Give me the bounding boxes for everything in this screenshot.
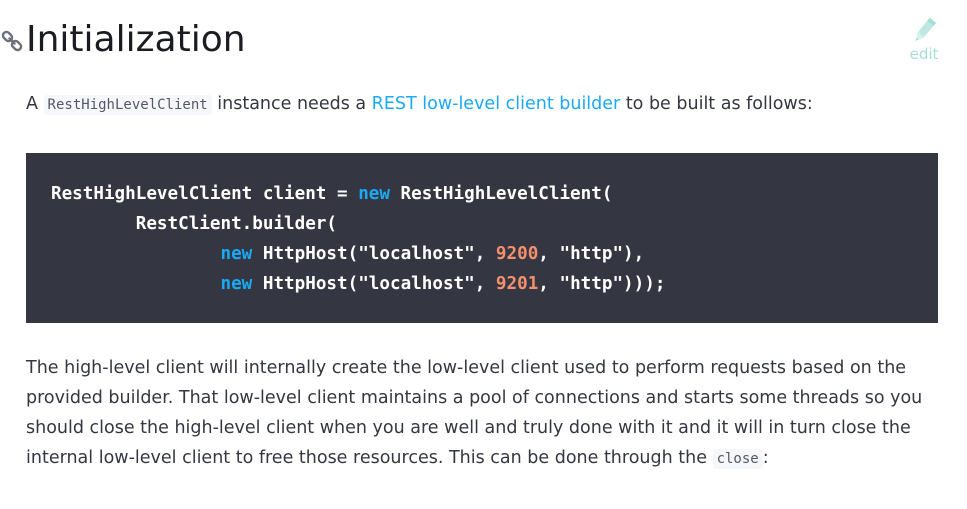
code-string: "localhost"	[358, 244, 475, 264]
code-number: 9201	[495, 274, 539, 294]
code-number: 9200	[495, 244, 539, 264]
code-line-1: RestHighLevelClient client = new RestHig…	[51, 179, 913, 209]
code-block: RestHighLevelClient client = new RestHig…	[26, 153, 938, 323]
code-token: )));	[623, 274, 666, 294]
body-suffix: :	[762, 448, 769, 468]
code-keyword: new	[220, 244, 253, 264]
link-chain-icon[interactable]	[0, 29, 24, 53]
code-token: ,	[538, 244, 560, 264]
rest-low-level-client-builder-link[interactable]: REST low-level client builder	[372, 94, 621, 114]
section-heading: Initialization	[0, 18, 246, 62]
code-token: HttpHost(	[252, 244, 359, 264]
body-paragraph: The high-level client will internally cr…	[26, 353, 942, 474]
intro-suffix: to be built as follows:	[620, 94, 813, 114]
code-string: "http"	[559, 274, 624, 294]
intro-prefix: A	[26, 94, 44, 114]
code-token: RestHighLevelClient(	[389, 184, 613, 204]
code-token: ,	[474, 244, 496, 264]
code-line-2: RestClient.builder(	[51, 209, 913, 239]
code-keyword: new	[358, 184, 390, 204]
code-token: HttpHost(	[252, 274, 359, 294]
code-token: RestHighLevelClient client =	[51, 184, 359, 204]
code-string: "http"	[559, 244, 624, 264]
edit-button[interactable]: edit	[905, 16, 943, 68]
code-token: ),	[623, 244, 645, 264]
inline-code-close: close	[712, 449, 763, 469]
body-text: The high-level client will internally cr…	[26, 358, 923, 468]
code-line-4: new HttpHost("localhost", 9201, "http"))…	[51, 269, 913, 299]
code-token: ,	[538, 274, 560, 294]
edit-label: edit	[909, 45, 939, 63]
code-line-3: new HttpHost("localhost", 9200, "http"),	[51, 239, 913, 269]
intro-paragraph: A RestHighLevelClient instance needs a R…	[26, 90, 946, 119]
code-token: RestClient.builder(	[51, 214, 337, 234]
intro-middle: instance needs a	[211, 94, 372, 114]
code-token: ,	[474, 274, 496, 294]
page-title: Initialization	[26, 19, 246, 60]
pencil-icon	[915, 17, 937, 41]
inline-code-class-name: RestHighLevelClient	[43, 95, 212, 115]
code-string: "localhost"	[358, 274, 475, 294]
code-keyword: new	[220, 274, 253, 294]
